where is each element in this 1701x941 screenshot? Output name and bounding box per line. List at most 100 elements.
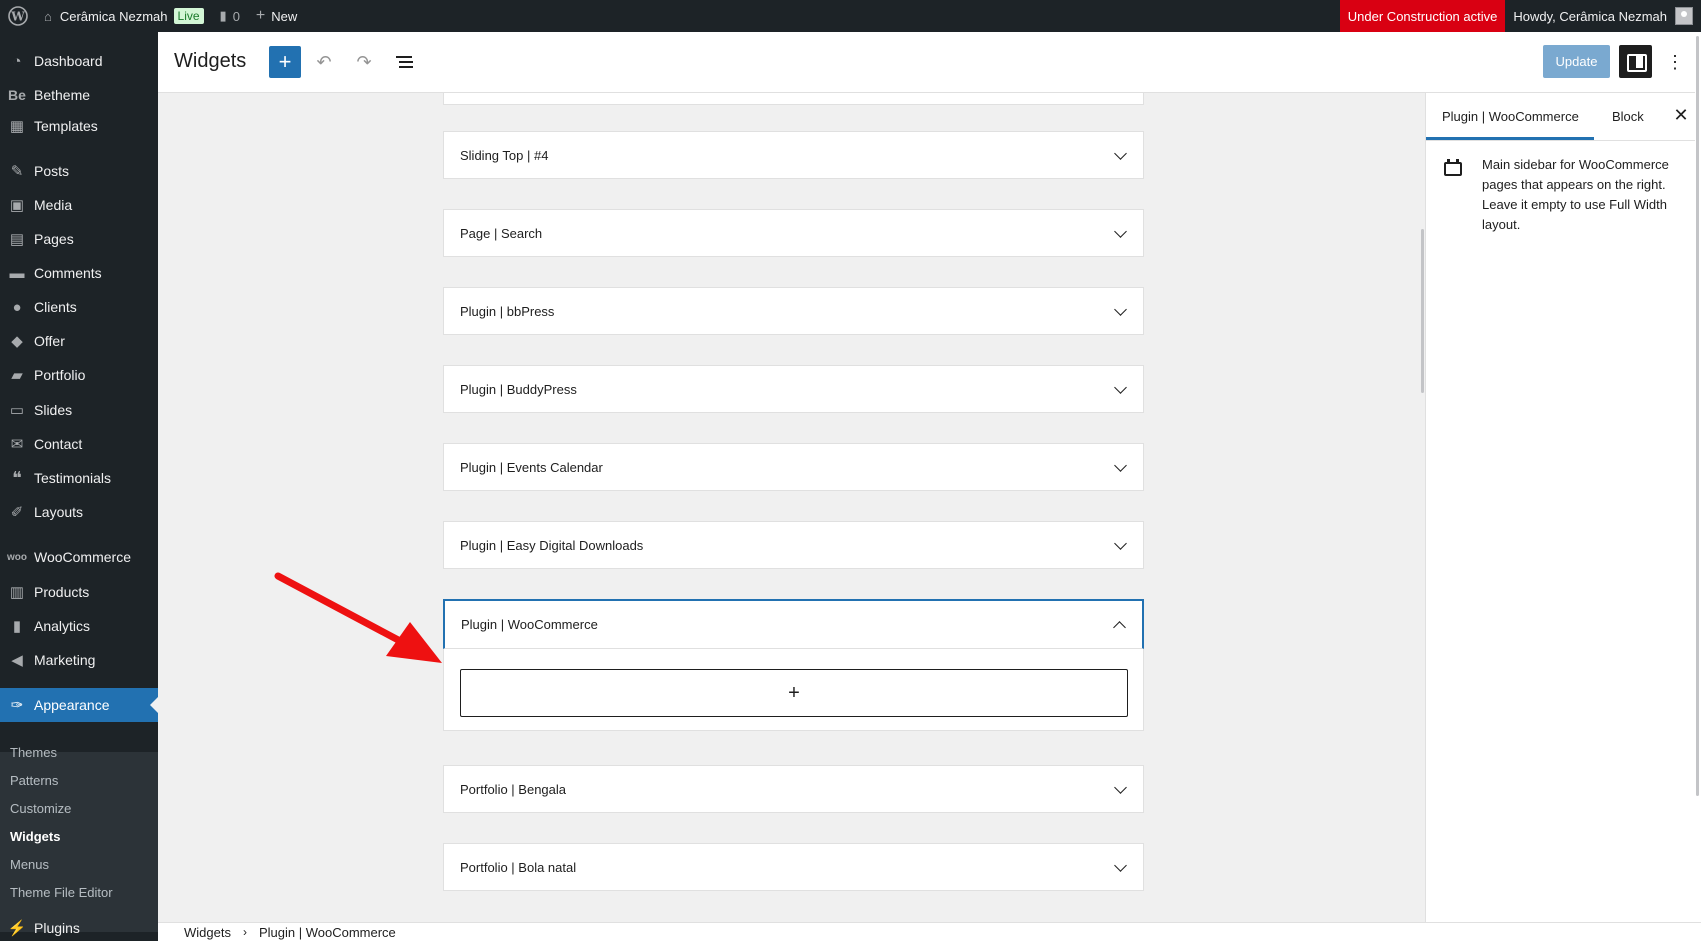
sidebar-item-appearance[interactable]: ✑ Appearance (0, 688, 158, 722)
chevron-down-icon[interactable] (1114, 537, 1127, 550)
sidebar-item-label: Templates (34, 118, 98, 134)
be-icon: Be (8, 87, 26, 103)
widget-area-partial[interactable] (443, 93, 1144, 105)
sidebar-item-products[interactable]: ▥ Products (0, 575, 158, 609)
sidebar-item-betheme[interactable]: Be Betheme (0, 78, 158, 112)
submenu-widgets[interactable]: Widgets (10, 829, 60, 844)
close-icon[interactable]: ✕ (1670, 105, 1692, 127)
submenu-customize[interactable]: Customize (10, 801, 71, 816)
sidebar-item-pages[interactable]: ▤ Pages (0, 222, 158, 256)
sidebar-item-plugins[interactable]: ⚡ Plugins (0, 911, 158, 941)
sidebar-item-testimonials[interactable]: ❝ Testimonials (0, 461, 158, 495)
block-appender-button[interactable]: + (460, 669, 1128, 717)
chevron-down-icon[interactable] (1114, 381, 1127, 394)
editor-header: Widgets + ↶ ↷ Update ⋮ (158, 32, 1701, 93)
more-options-icon[interactable]: ⋮ (1663, 46, 1687, 78)
tab-widget-area[interactable]: Plugin | WooCommerce (1426, 93, 1594, 140)
new-content-link[interactable]: + New (248, 0, 305, 32)
widgets-canvas: Sliding Top | #4 Page | Search Plugin | … (158, 93, 1425, 922)
media-icon: ▣ (9, 197, 25, 214)
submenu-patterns[interactable]: Patterns (10, 773, 58, 788)
sidebar-item-comments[interactable]: ▬ Comments (0, 256, 158, 290)
widget-area-portfolio-bengala[interactable]: Portfolio | Bengala (443, 765, 1144, 813)
pages-icon: ▤ (9, 231, 25, 248)
sidebar-item-portfolio[interactable]: ▰ Portfolio (0, 358, 158, 392)
update-button[interactable]: Update (1543, 45, 1610, 78)
folder-icon: ▰ (11, 367, 23, 384)
widget-area-events-calendar[interactable]: Plugin | Events Calendar (443, 443, 1144, 491)
breadcrumb-root[interactable]: Widgets (184, 925, 231, 940)
new-label: New (271, 8, 298, 24)
site-name: Cerâmica Nezmah (59, 8, 168, 24)
undo-icon[interactable]: ↶ (308, 46, 340, 78)
comment-icon: ▮ (219, 8, 227, 23)
under-construction-badge[interactable]: Under Construction active (1339, 0, 1506, 32)
sidebar-item-label: Portfolio (34, 367, 86, 383)
inspector-sidebar: Plugin | WooCommerce Block ✕ Main sideba… (1425, 93, 1701, 922)
widget-area-sliding-top-4[interactable]: Sliding Top | #4 (443, 131, 1144, 179)
mail-icon: ✉ (10, 436, 24, 453)
widget-area-portfolio-bola-natal[interactable]: Portfolio | Bola natal (443, 843, 1144, 891)
site-name-link[interactable]: ⌂ Cerâmica Nezmah Live (36, 0, 212, 32)
sidebar-item-templates[interactable]: ▦ Templates (0, 109, 158, 143)
settings-sidebar-icon[interactable] (1619, 45, 1652, 78)
chevron-down-icon[interactable] (1114, 147, 1127, 160)
quote-icon: ❝ (12, 467, 22, 488)
sidebar-item-label: Marketing (34, 652, 96, 668)
submenu-themes[interactable]: Themes (10, 745, 57, 760)
sidebar-item-clients[interactable]: ● Clients (0, 290, 158, 324)
widget-area-bbpress[interactable]: Plugin | bbPress (443, 287, 1144, 335)
svg-text:W: W (10, 10, 25, 24)
widget-area-icon (1444, 159, 1462, 176)
chevron-up-icon[interactable] (1113, 621, 1126, 634)
add-block-button[interactable]: + (269, 46, 301, 78)
sidebar-item-contact[interactable]: ✉ Contact (0, 427, 158, 461)
chevron-down-icon[interactable] (1114, 859, 1127, 872)
sidebar-item-label: Comments (34, 265, 102, 281)
sidebar-item-analytics[interactable]: ▮ Analytics (0, 609, 158, 643)
templates-icon: ▦ (9, 118, 25, 135)
sidebar-item-label: Products (34, 584, 90, 600)
sidebar-item-label: Betheme (34, 87, 91, 103)
sidebar-item-offer[interactable]: ◆ Offer (0, 324, 158, 358)
wordpress-logo-icon[interactable]: W (0, 0, 36, 32)
widget-area-woocommerce[interactable]: Plugin | WooCommerce (443, 599, 1144, 649)
chevron-down-icon[interactable] (1114, 303, 1127, 316)
widget-area-label: Sliding Top | #4 (460, 148, 549, 163)
chevron-right-icon: › (242, 925, 247, 939)
megaphone-icon: ◀ (11, 652, 23, 669)
sidebar-item-media[interactable]: ▣ Media (0, 188, 158, 222)
comment-icon: ▬ (9, 264, 25, 282)
sidebar-item-label: Analytics (34, 618, 91, 634)
redo-icon[interactable]: ↷ (348, 46, 380, 78)
widget-area-label: Plugin | Events Calendar (460, 460, 603, 475)
sidebar-item-posts[interactable]: ✎ Posts (0, 154, 158, 188)
widget-area-buddypress[interactable]: Plugin | BuddyPress (443, 365, 1144, 413)
tab-block[interactable]: Block (1612, 93, 1644, 140)
list-view-icon[interactable] (390, 46, 422, 78)
widget-area-label: Portfolio | Bola natal (460, 860, 577, 875)
sidebar-item-dashboard[interactable]: ◔ Dashboard (0, 44, 158, 78)
breadcrumb: Widgets › Plugin | WooCommerce (158, 922, 1701, 941)
sidebar-item-layouts[interactable]: ✐ Layouts (0, 495, 158, 529)
sidebar-item-slides[interactable]: ▭ Slides (0, 393, 158, 427)
widget-area-easy-digital-downloads[interactable]: Plugin | Easy Digital Downloads (443, 521, 1144, 569)
chevron-down-icon[interactable] (1114, 781, 1127, 794)
comments-link[interactable]: ▮ 0 (212, 0, 248, 32)
sidebar-item-marketing[interactable]: ◀ Marketing (0, 643, 158, 677)
admin-sidebar: ◔ Dashboard Be Betheme ▦ Templates ✎ Posts ▣… (0, 32, 158, 941)
sidebar-item-woocommerce[interactable]: woo WooCommerce (0, 540, 158, 574)
page-scrollbar[interactable] (1695, 32, 1701, 802)
canvas-scrollbar[interactable] (1421, 229, 1424, 393)
howdy-text: Howdy, Cerâmica Nezmah (1513, 8, 1667, 24)
chevron-down-icon[interactable] (1114, 225, 1127, 238)
tag-icon: ◆ (11, 333, 23, 350)
chart-icon: ▮ (12, 618, 22, 635)
widget-area-label: Page | Search (460, 226, 543, 241)
widget-area-page-search[interactable]: Page | Search (443, 209, 1144, 257)
chevron-down-icon[interactable] (1114, 459, 1127, 472)
submenu-menus[interactable]: Menus (10, 857, 49, 872)
submenu-theme-file-editor[interactable]: Theme File Editor (10, 885, 113, 900)
breadcrumb-current[interactable]: Plugin | WooCommerce (259, 925, 396, 940)
account-menu[interactable]: Howdy, Cerâmica Nezmah (1505, 0, 1701, 32)
